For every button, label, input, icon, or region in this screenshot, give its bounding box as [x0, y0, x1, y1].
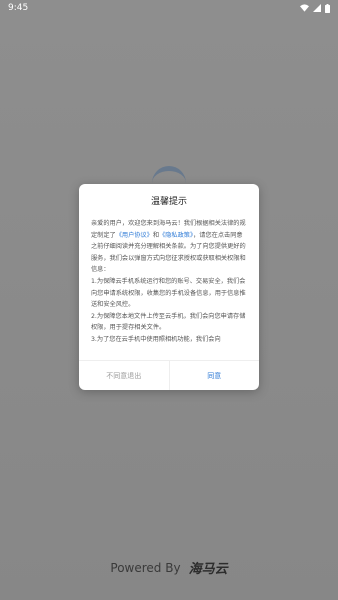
powered-by-text: Powered By [110, 560, 181, 575]
dialog-actions: 不同意退出 同意 [79, 360, 259, 390]
status-bar: 9:45 [0, 0, 338, 16]
dialog-paragraph-2: 2.为保障您本地文件上传至云手机，我们会向您申请存储权限，用于提存相关文件。 [91, 312, 246, 332]
wifi-icon [300, 4, 309, 12]
dialog-title: 温馨提示 [150, 196, 187, 207]
dialog-paragraph-1: 1.为保障云手机系统运行和您的账号、交易安全，我们会向您申请系统权限，收集您的手… [91, 277, 246, 309]
user-agreement-link[interactable]: 《用户协议》 [116, 232, 153, 239]
agree-button[interactable]: 同意 [170, 361, 260, 390]
powered-by-footer: Powered By 海马云 [0, 558, 338, 578]
brand-logo: 海马云 [188, 562, 228, 577]
decline-exit-button[interactable]: 不同意退出 [79, 361, 170, 390]
status-time: 9:45 [8, 3, 29, 13]
dialog-paragraph-3: 3.为了您在云手机中使用照相机功能，我们会向 [91, 335, 221, 343]
dialog-paragraph-intro: 亲爱的用户，欢迎您来到海马云！我们根据相关法律的规定制定了《用户协议》和《隐私政… [91, 218, 247, 276]
privacy-dialog: 温馨提示 亲爱的用户，欢迎您来到海马云！我们根据相关法律的规定制定了《用户协议》… [79, 184, 259, 390]
dialog-body: 亲爱的用户，欢迎您来到海马云！我们根据相关法律的规定制定了《用户协议》和《隐私政… [79, 216, 259, 356]
privacy-policy-link[interactable]: 《隐私政策》 [159, 232, 193, 239]
battery-icon [325, 3, 330, 13]
signal-icon [313, 4, 321, 12]
status-icons [300, 3, 330, 13]
